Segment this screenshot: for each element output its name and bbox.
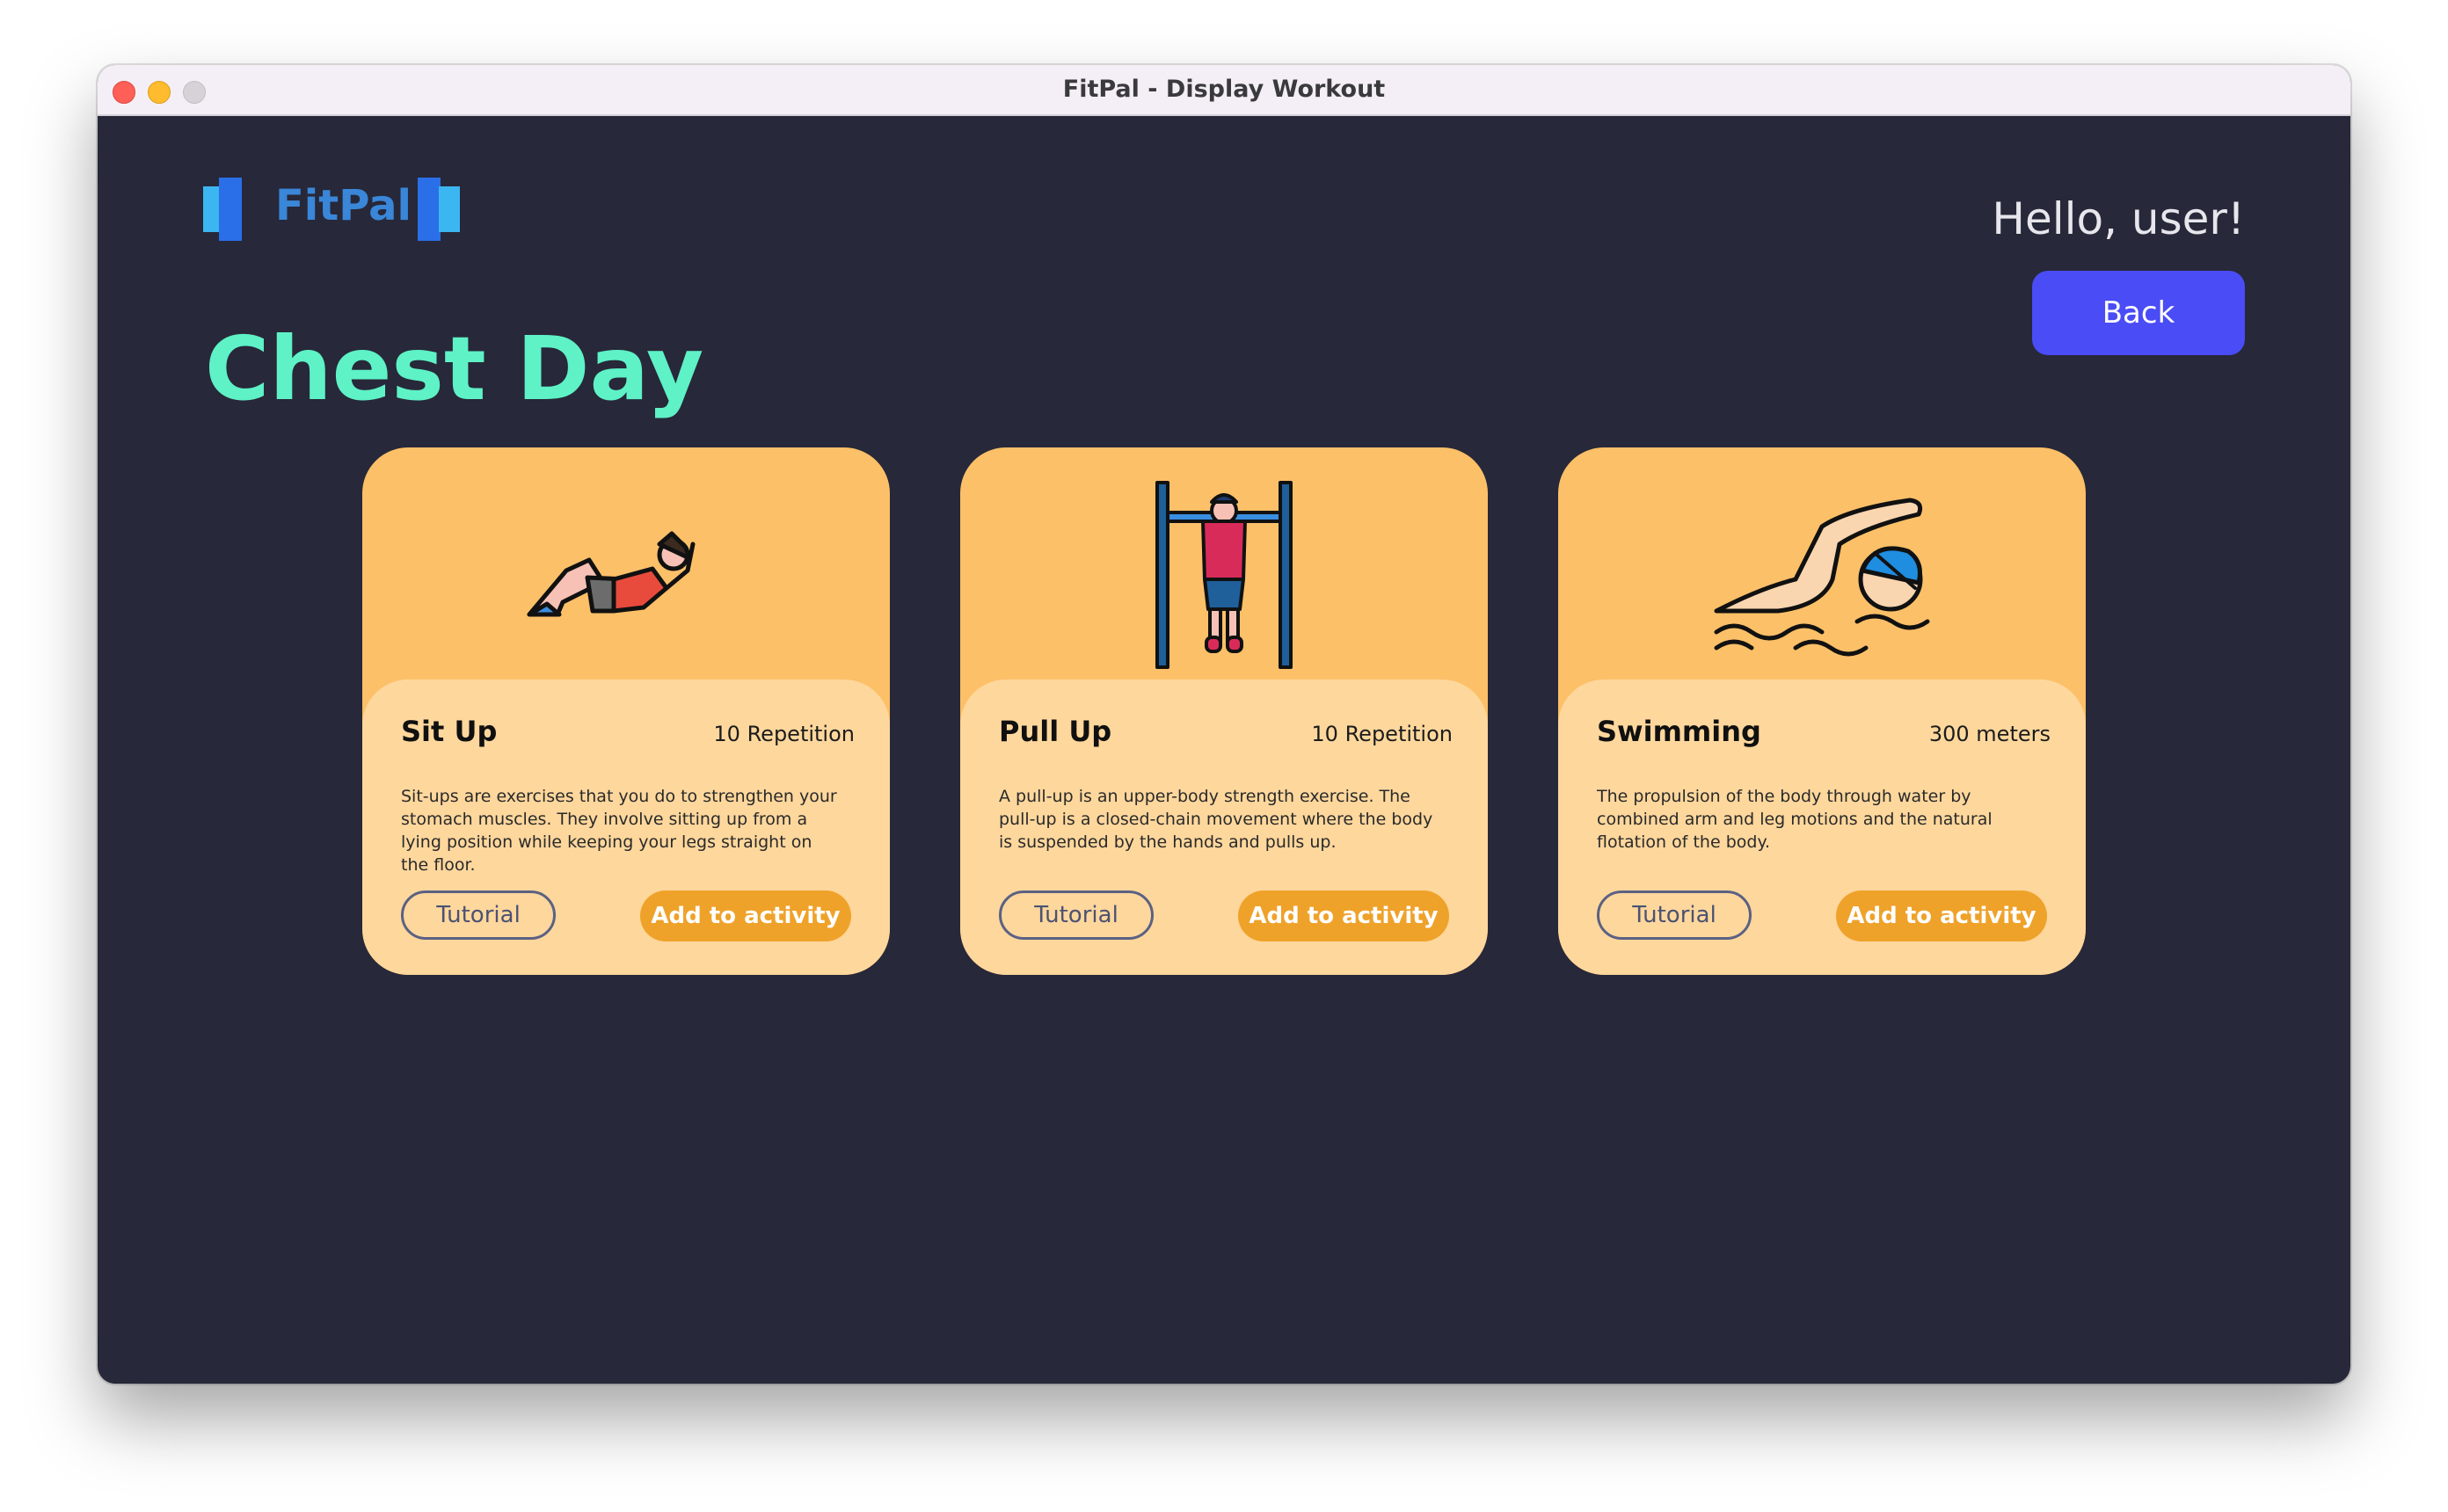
card-body: Sit Up 10 Repetition Sit-ups are exercis…	[362, 680, 890, 975]
page-title: Chest Day	[205, 317, 704, 420]
main-content: FitPal Hello, user! Back Chest Day Sit U…	[98, 116, 2350, 1384]
exercise-amount: 10 Repetition	[713, 722, 855, 746]
logo-text: FitPal	[275, 181, 412, 230]
fitpal-logo: FitPal	[203, 169, 484, 250]
exercise-card: Swimming 300 meters The propulsion of th…	[1558, 447, 2086, 975]
exercise-card: Pull Up 10 Repetition A pull-up is an up…	[960, 447, 1488, 975]
add-to-activity-button[interactable]: Add to activity	[640, 890, 851, 941]
exercise-amount: 300 meters	[1928, 722, 2051, 746]
exercise-description: Sit-ups are exercises that you do to str…	[401, 787, 837, 875]
card-illustration	[362, 447, 890, 680]
tutorial-button[interactable]: Tutorial	[1597, 890, 1752, 940]
exercise-name: Sit Up	[401, 715, 498, 748]
pull-up-figure-icon	[1155, 481, 1293, 669]
app-window: FitPal - Display Workout FitPal Hello, u…	[98, 65, 2350, 1384]
card-illustration	[960, 447, 1488, 680]
title-bar: FitPal - Display Workout	[98, 65, 2350, 116]
card-body: Pull Up 10 Repetition A pull-up is an up…	[960, 680, 1488, 975]
add-to-activity-button[interactable]: Add to activity	[1836, 890, 2047, 941]
card-body: Swimming 300 meters The propulsion of th…	[1558, 680, 2086, 975]
exercise-description: The propulsion of the body through water…	[1597, 787, 1993, 852]
tutorial-button[interactable]: Tutorial	[401, 890, 556, 940]
exercise-amount: 10 Repetition	[1311, 722, 1453, 746]
window-title: FitPal - Display Workout	[1062, 76, 1386, 103]
exercise-name: Pull Up	[999, 715, 1112, 748]
exercise-name: Swimming	[1597, 715, 1761, 748]
tutorial-button[interactable]: Tutorial	[999, 890, 1154, 940]
add-to-activity-button[interactable]: Add to activity	[1238, 890, 1449, 941]
back-button[interactable]: Back	[2032, 271, 2245, 355]
swimmer-figure-icon	[1714, 498, 1930, 657]
exercise-card: Sit Up 10 Repetition Sit-ups are exercis…	[362, 447, 890, 975]
card-illustration	[1558, 447, 2086, 680]
sit-up-figure-icon	[527, 531, 696, 617]
greeting-text: Hello, user!	[1992, 193, 2245, 244]
exercise-description: A pull-up is an upper-body strength exer…	[999, 787, 1433, 852]
